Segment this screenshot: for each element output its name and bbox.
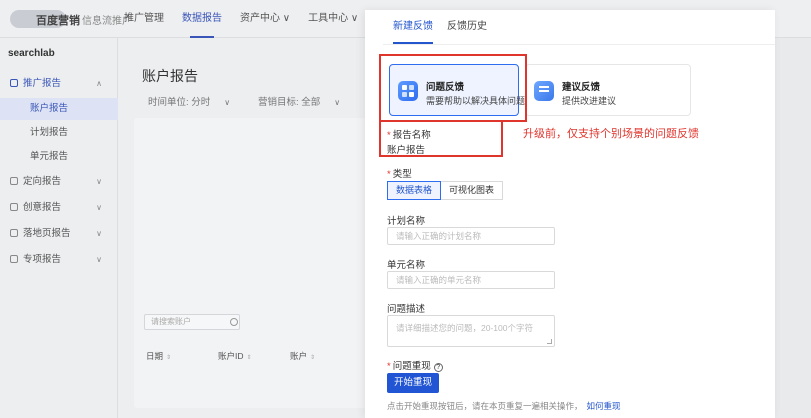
start-reproduce-button[interactable]: 开始重现: [387, 373, 439, 393]
nav-assets[interactable]: 资产中心 ∨: [240, 0, 290, 38]
sidebar: searchlab 推广报告 ∧ 账户报告 计划报告 单元报告 定向报告 ∨ 创…: [0, 38, 118, 418]
description-placeholder: 请详细描述您的问题，20-100个字符: [396, 323, 533, 333]
sidebar-item-unit-report[interactable]: 单元报告: [0, 146, 118, 168]
plan-name-input[interactable]: 请输入正确的计划名称: [387, 227, 555, 245]
page-title: 账户报告: [142, 68, 198, 84]
target-icon: [10, 177, 18, 185]
type-label: * 类型: [387, 166, 412, 180]
feedback-drawer: 新建反馈 反馈历史 问题反馈 需要帮助以解决具体问题 建议反馈 提供改进建议 升…: [365, 10, 775, 418]
how-to-reproduce-link[interactable]: 如何重现: [587, 401, 621, 411]
column-header-account-id[interactable]: 账户ID ⇕: [218, 350, 252, 362]
sort-icon: ⇕: [166, 355, 172, 361]
resize-handle[interactable]: [547, 339, 552, 344]
annotation-highlight-cards: [379, 54, 527, 122]
sidebar-group-special-report[interactable]: 专项报告 ∨: [0, 248, 118, 272]
sidebar-item-plan-report[interactable]: 计划报告: [0, 122, 118, 144]
sidebar-group-creative-report[interactable]: 创意报告 ∨: [0, 196, 118, 220]
column-header-account[interactable]: 账户 ⇕: [290, 350, 315, 362]
tabs-divider: [383, 44, 775, 45]
account-name: searchlab: [8, 48, 55, 59]
special-report-icon: [10, 255, 18, 263]
nav-data-report[interactable]: 数据报告: [182, 0, 222, 38]
reproduce-hint: 点击开始重现按钮后，请在本页重复一遍相关操作， 如何重现: [387, 400, 621, 412]
type-option-table[interactable]: 数据表格: [387, 181, 442, 200]
description-label: 问题描述: [387, 304, 426, 315]
column-label: 日期: [146, 351, 164, 361]
chevron-down-icon: ∨: [334, 98, 341, 107]
chevron-down-icon: ∨: [96, 255, 102, 264]
sidebar-item-account-report[interactable]: 账户报告: [0, 98, 118, 120]
chevron-down-icon: ∨: [96, 177, 102, 186]
sidebar-group-label: 专项报告: [23, 254, 62, 265]
sort-icon: ⇕: [310, 355, 316, 361]
card-description: 提供改进建议: [562, 96, 617, 106]
sidebar-group-label: 落地页报告: [23, 228, 71, 239]
nav-promotion[interactable]: 推广管理: [124, 0, 164, 38]
nav-tools[interactable]: 工具中心 ∨: [308, 0, 358, 38]
suggestion-icon: [534, 81, 554, 101]
sidebar-group-promotion-report[interactable]: 推广报告 ∧: [0, 72, 118, 96]
card-title: 建议反馈: [562, 82, 601, 93]
label-text: 问题重现: [392, 361, 431, 372]
time-unit-select[interactable]: 时间单位: 分时 ∨: [148, 94, 230, 108]
chevron-down-icon: ∨: [96, 229, 102, 238]
plan-name-label: 计划名称: [387, 216, 426, 227]
reproduce-label: * 问题重现?: [387, 358, 443, 372]
label-text: 报告名称: [392, 130, 431, 141]
sidebar-group-label: 推广报告: [23, 78, 62, 89]
report-icon: [10, 79, 18, 87]
creative-icon: [10, 203, 18, 211]
description-textarea[interactable]: 请详细描述您的问题，20-100个字符: [387, 315, 555, 347]
marketing-goal-value: 营销目标: 全部: [258, 97, 321, 108]
marketing-goal-select[interactable]: 营销目标: 全部 ∨: [258, 94, 340, 108]
type-selector: 数据表格 可视化图表: [387, 181, 504, 200]
type-option-chart[interactable]: 可视化图表: [441, 181, 504, 200]
required-mark: *: [387, 169, 391, 180]
report-card: [134, 118, 368, 408]
feedback-tabs: 新建反馈 反馈历史: [393, 10, 487, 44]
required-mark: *: [387, 361, 391, 372]
landing-page-icon: [10, 229, 18, 237]
tab-new-feedback[interactable]: 新建反馈: [393, 10, 433, 44]
report-name-value: 账户报告: [387, 145, 426, 156]
hint-text: 点击开始重现按钮后，请在本页重复一遍相关操作，: [387, 401, 583, 411]
annotation-text: 升级前，仅支持个别场景的问题反馈: [523, 128, 699, 140]
column-header-date[interactable]: 日期 ⇕: [146, 350, 171, 362]
report-name-label: * 报告名称: [387, 127, 431, 141]
suggestion-feedback-card[interactable]: 建议反馈 提供改进建议: [525, 64, 691, 116]
sidebar-group-landing-report[interactable]: 落地页报告 ∨: [0, 222, 118, 246]
help-icon[interactable]: ?: [433, 363, 443, 372]
time-unit-value: 时间单位: 分时: [148, 97, 211, 108]
column-label: 账户: [290, 351, 308, 361]
brand-name: 百度营销 信息流推广: [36, 12, 132, 28]
brand-text: 百度营销: [36, 15, 80, 27]
unit-name-input[interactable]: 请输入正确的单元名称: [387, 271, 555, 289]
required-mark: *: [387, 130, 391, 141]
column-label: 账户ID: [218, 351, 244, 361]
chevron-down-icon: ∨: [96, 203, 102, 212]
chevron-down-icon: ∨: [224, 98, 231, 107]
sidebar-group-label: 定向报告: [23, 176, 62, 187]
label-text: 类型: [392, 169, 412, 180]
search-icon[interactable]: [230, 318, 238, 326]
top-nav: 推广管理 数据报告 资产中心 ∨ 工具中心 ∨: [124, 0, 358, 38]
chevron-up-icon: ∧: [96, 79, 102, 88]
sort-icon: ⇕: [246, 355, 252, 361]
sidebar-group-label: 创意报告: [23, 202, 62, 213]
tab-feedback-history[interactable]: 反馈历史: [447, 10, 487, 44]
unit-name-label: 单元名称: [387, 260, 426, 271]
account-search-input[interactable]: 请搜索账户: [144, 314, 240, 330]
sidebar-group-targeting-report[interactable]: 定向报告 ∨: [0, 170, 118, 194]
